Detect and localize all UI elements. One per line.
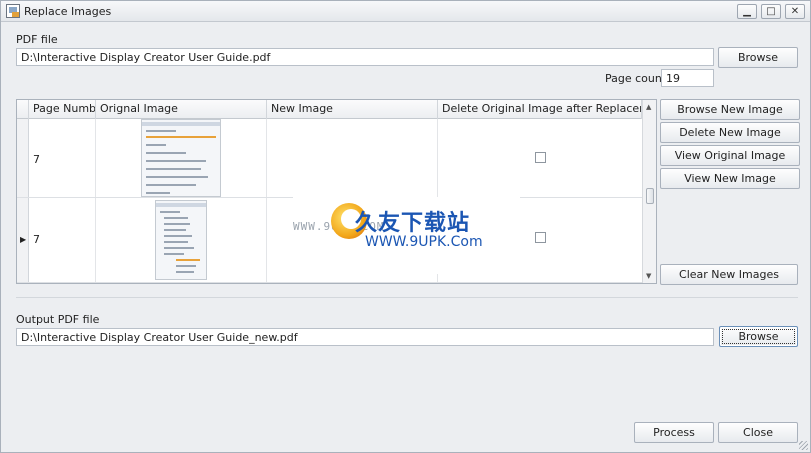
replace-images-window: Replace Images ▁ □ ✕ PDF file D:\Interac… bbox=[0, 0, 811, 453]
close-window-button[interactable]: ✕ bbox=[785, 4, 805, 19]
row-indicator: ▶ bbox=[17, 198, 29, 282]
page-count-label: Page count bbox=[605, 72, 667, 85]
window-title: Replace Images bbox=[24, 5, 112, 18]
title-bar: Replace Images ▁ □ ✕ bbox=[1, 1, 810, 22]
original-image-cell[interactable] bbox=[96, 119, 267, 197]
pdf-browse-button[interactable]: Browse bbox=[718, 47, 798, 68]
browse-new-image-button[interactable]: Browse New Image bbox=[660, 99, 800, 120]
process-button[interactable]: Process bbox=[634, 422, 714, 443]
minimize-button[interactable]: ▁ bbox=[737, 4, 757, 19]
column-header-delete-original[interactable]: Delete Original Image after Replacement bbox=[438, 100, 642, 119]
pdf-file-input[interactable]: D:\Interactive Display Creator User Guid… bbox=[16, 48, 714, 66]
view-original-image-button[interactable]: View Original Image bbox=[660, 145, 800, 166]
section-divider bbox=[16, 297, 798, 298]
header-indicator bbox=[17, 100, 29, 119]
watermark: WWW.9UPK.COM 久友下载站 WWW.9UPK.Com bbox=[293, 197, 520, 274]
new-image-cell[interactable] bbox=[267, 119, 438, 197]
current-row-arrow-icon: ▶ bbox=[20, 235, 27, 244]
delete-original-checkbox[interactable] bbox=[535, 232, 546, 243]
clear-new-images-button[interactable]: Clear New Images bbox=[660, 264, 798, 285]
maximize-button[interactable]: □ bbox=[761, 4, 781, 19]
close-button[interactable]: Close bbox=[718, 422, 798, 443]
delete-original-cell bbox=[438, 119, 642, 197]
output-pdf-input[interactable]: D:\Interactive Display Creator User Guid… bbox=[16, 328, 714, 346]
column-header-original-image[interactable]: Orignal Image bbox=[96, 100, 267, 119]
table-row[interactable]: 7 bbox=[17, 119, 642, 198]
table-vertical-scrollbar[interactable]: ▲ ▼ bbox=[642, 100, 656, 283]
column-header-new-image[interactable]: New Image bbox=[267, 100, 438, 119]
original-image-cell[interactable] bbox=[96, 198, 267, 282]
scroll-up-arrow-icon[interactable]: ▲ bbox=[646, 103, 651, 111]
view-new-image-button[interactable]: View New Image bbox=[660, 168, 800, 189]
page-number-value: 7 bbox=[33, 233, 40, 246]
output-pdf-label: Output PDF file bbox=[16, 313, 100, 326]
scroll-down-arrow-icon[interactable]: ▼ bbox=[646, 272, 651, 280]
table-header: Page Number Orignal Image New Image Dele… bbox=[17, 100, 642, 119]
page-number-cell: 7 bbox=[29, 119, 96, 197]
page-number-value: 7 bbox=[33, 153, 40, 166]
original-image-thumbnail bbox=[141, 119, 221, 197]
delete-original-checkbox[interactable] bbox=[535, 152, 546, 163]
watermark-site-name: 久友下载站 bbox=[355, 211, 471, 236]
delete-new-image-button[interactable]: Delete New Image bbox=[660, 122, 800, 143]
watermark-url: WWW.9UPK.Com bbox=[365, 234, 483, 250]
column-header-page-number[interactable]: Page Number bbox=[29, 100, 96, 119]
original-image-thumbnail bbox=[155, 200, 207, 280]
output-browse-button[interactable]: Browse bbox=[719, 326, 798, 347]
scrollbar-thumb[interactable] bbox=[646, 188, 654, 204]
app-image-icon bbox=[6, 4, 20, 18]
pdf-file-label: PDF file bbox=[16, 33, 58, 46]
row-indicator bbox=[17, 119, 29, 197]
page-count-field[interactable]: 19 bbox=[661, 69, 714, 87]
resize-grip-icon[interactable] bbox=[799, 441, 808, 450]
page-number-cell: 7 bbox=[29, 198, 96, 282]
